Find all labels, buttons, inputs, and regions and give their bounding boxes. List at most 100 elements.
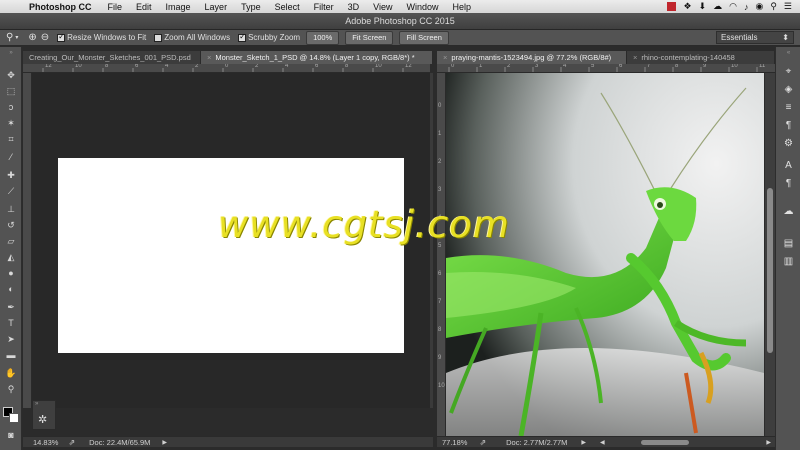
channels-icon[interactable]: ≡ [782,101,795,114]
dodge-tool-icon[interactable]: ◐ [4,283,18,295]
right-zoom-level[interactable]: 77.18% [442,438,467,447]
tab-label: rhino-contemplating-140458 [641,53,735,62]
menu-window[interactable]: Window [399,2,445,12]
clone-stamp-tool-icon[interactable]: ⊥ [4,203,18,215]
type-tool-icon[interactable]: T [4,317,18,329]
ruler-number: 8 [675,64,679,69]
settings-icon[interactable]: ✲ [38,413,47,426]
download-icon[interactable]: ⬇ [699,1,707,12]
resize-windows-checkbox[interactable] [57,32,66,42]
status-menu-arrow-icon[interactable]: ▶ [162,439,167,446]
dropbox-icon[interactable]: ❖ [683,1,691,12]
menu-3d[interactable]: 3D [341,2,367,12]
tab-right-doc-1[interactable]: × praying-mantis-1523494.jpg @ 77.2% (RGB… [437,51,627,64]
marquee-tool-icon[interactable]: ⬚ [4,85,18,97]
tab-right-doc-2[interactable]: × rhino-contemplating-140458 [627,51,775,64]
magic-wand-tool-icon[interactable]: ✶ [4,117,18,129]
zoom-tool-icon[interactable]: ⚲ [6,32,13,43]
workspace-select[interactable]: Essentials ⬍ [716,31,794,44]
menu-layer[interactable]: Layer [198,2,235,12]
right-vertical-scrollbar[interactable] [764,73,775,436]
zoom-out-icon[interactable]: ⊖ [41,32,49,43]
eyedropper-tool-icon[interactable]: ⁄ [4,151,18,163]
left-zoom-level[interactable]: 14.83% [33,438,58,447]
lasso-tool-icon[interactable]: ↄ [4,101,18,113]
shape-tool-icon[interactable]: ▬ [4,349,18,361]
adjustments-icon[interactable]: ⚙ [782,137,795,150]
left-doc-tabbar: Creating_Our_Monster_Sketches_001_PSD.ps… [23,51,433,64]
search-icon[interactable]: ⚲ [770,1,777,12]
left-document-canvas[interactable] [58,158,404,353]
menu-view[interactable]: View [366,2,399,12]
brush-tool-icon[interactable]: ⟋ [4,185,18,197]
ruler-number: 6 [619,64,623,69]
fill-screen-button[interactable]: Fill Screen [399,30,449,45]
list-icon[interactable]: ☰ [784,1,792,12]
zoom-tool-icon[interactable]: ⚲ [4,383,18,395]
close-icon[interactable]: × [633,53,637,62]
hand-tool-icon[interactable]: ✋ [4,367,18,379]
paint-bucket-tool-icon[interactable]: ◭ [4,251,18,263]
zoom-in-icon[interactable]: ⊕ [28,32,36,43]
tab-left-doc-2[interactable]: × Monster_Sketch_1_PSD @ 14.8% (Layer 1 c… [201,51,433,64]
history-brush-tool-icon[interactable]: ↺ [4,219,18,231]
cloud-icon[interactable]: ☁ [713,1,722,12]
mantis-photo-canvas[interactable] [446,73,764,436]
fit-screen-button[interactable]: Fit Screen [345,30,394,45]
left-doc-size: Doc: 22.4M/65.9M [89,437,151,447]
pen-tool-icon[interactable]: ✒ [4,301,18,313]
eraser-tool-icon[interactable]: ▱ [4,235,18,247]
menu-image[interactable]: Image [159,2,198,12]
menu-edit[interactable]: Edit [129,2,159,12]
status-menu-arrow-icon[interactable]: ▶ [581,439,586,446]
layers-icon[interactable]: ◈ [782,83,795,96]
share-icon[interactable]: ⇗ [68,438,75,447]
scroll-right-icon[interactable]: ▶ [766,439,771,446]
scroll-left-icon[interactable]: ◀ [600,439,605,446]
collapse-dock-icon[interactable]: « [782,47,795,60]
brush-presets-icon[interactable]: ¶ [782,119,795,132]
wifi-icon[interactable]: ◠ [729,1,737,12]
menu-file[interactable]: File [101,2,130,12]
creative-cloud-icon[interactable]: ☁ [782,205,795,218]
menu-select[interactable]: Select [268,2,307,12]
status-app-icon[interactable] [667,2,677,11]
collapsed-panel[interactable]: » ✲ [32,400,56,430]
paragraph-icon[interactable]: ¶ [782,177,795,190]
tab-left-doc-1[interactable]: Creating_Our_Monster_Sketches_001_PSD.ps… [23,51,201,64]
menu-app-name[interactable]: Photoshop CC [22,2,101,12]
background-color-swatch[interactable] [9,413,19,423]
user-icon[interactable]: ◉ [755,1,763,12]
window-title: Adobe Photoshop CC 2015 [345,16,455,26]
close-icon[interactable]: × [443,53,447,62]
blur-tool-icon[interactable]: ● [4,267,18,279]
crop-tool-icon[interactable]: ⌗ [4,133,18,145]
path-selection-tool-icon[interactable]: ➤ [4,333,18,345]
collapse-panel-icon[interactable]: » [35,401,38,407]
ruler-number: 10 [438,383,445,389]
volume-icon[interactable]: ♪ [744,2,749,12]
quick-mask-icon[interactable]: ◙ [4,429,18,441]
tool-preset-dropdown-icon[interactable]: ▾ [15,34,18,41]
zoom-100-button[interactable]: 100% [306,30,340,45]
menu-filter[interactable]: Filter [307,2,341,12]
right-vertical-scroll-thumb[interactable] [767,188,773,353]
libraries-icon[interactable]: ▤ [782,237,795,250]
healing-brush-tool-icon[interactable]: ✚ [4,169,18,181]
move-tool-icon[interactable]: ✥ [4,69,18,81]
scrubby-zoom-checkbox[interactable] [238,32,247,42]
right-horizontal-scroll-thumb[interactable] [640,439,689,445]
3d-icon[interactable]: ⌖ [782,65,795,78]
ruler-number: 10 [375,64,382,69]
workspace-label: Essentials [721,33,758,42]
share-icon[interactable]: ⇗ [479,438,486,447]
close-icon[interactable]: × [207,53,211,62]
collapse-tools-icon[interactable]: » [4,47,18,59]
zoom-all-windows-checkbox[interactable] [154,33,163,42]
character-icon[interactable]: A [782,159,795,172]
ruler-number: 10 [731,64,738,69]
menu-type[interactable]: Type [234,2,268,12]
menu-help[interactable]: Help [445,2,478,12]
zoom-all-windows-label: Zoom All Windows [164,33,231,42]
properties-icon[interactable]: ▥ [782,255,795,268]
